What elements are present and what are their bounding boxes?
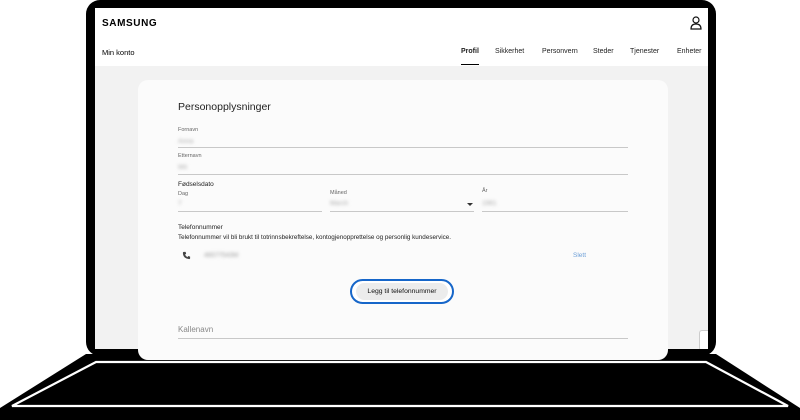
month-underline: [330, 211, 474, 212]
last-name-label: Etternavn: [178, 153, 202, 159]
add-phone-button[interactable]: Legg til telefonnummer: [356, 283, 448, 300]
month-label: Måned: [330, 190, 347, 196]
first-name-label: Fornavn: [178, 127, 199, 133]
year-label: År: [482, 188, 488, 194]
last-name-value[interactable]: Wii: [178, 164, 187, 171]
birthdate-title: Fødselsdato: [178, 181, 214, 188]
chevron-down-icon[interactable]: [467, 203, 473, 206]
samsung-logo[interactable]: SAMSUNG: [102, 18, 157, 29]
profile-card: [138, 80, 668, 360]
nickname-label[interactable]: Kallenavn: [178, 325, 213, 334]
month-value[interactable]: March: [330, 200, 348, 207]
day-underline: [178, 211, 322, 212]
first-name-underline: [178, 147, 628, 148]
phone-title: Telefonnummer: [178, 224, 223, 231]
tab-sikkerhet[interactable]: Sikkerhet: [495, 48, 524, 65]
tab-personvern[interactable]: Personvern: [542, 48, 578, 65]
phone-description: Telefonnummer vil bli brukt til totrinns…: [178, 234, 452, 241]
delete-phone-link[interactable]: Slett: [573, 252, 586, 259]
user-icon[interactable]: [690, 16, 702, 30]
phone-icon: [182, 251, 191, 260]
tab-enheter[interactable]: Enheter: [677, 48, 702, 65]
phone-number: 46577543M: [204, 252, 239, 259]
profile-nav: Profil Sikkerhet Personvern Steder Tjene…: [95, 48, 708, 66]
tab-profil[interactable]: Profil: [461, 48, 479, 65]
laptop-base: [0, 354, 800, 420]
tab-tjenester[interactable]: Tjenester: [630, 48, 659, 65]
last-name-underline: [178, 174, 628, 175]
year-underline: [482, 211, 628, 212]
day-value[interactable]: 7: [178, 200, 182, 207]
section-title: Personopplysninger: [178, 101, 271, 113]
day-label: Dag: [178, 191, 189, 197]
add-phone-button-highlight: Legg til telefonnummer: [350, 279, 454, 304]
nickname-underline: [178, 338, 628, 339]
year-value[interactable]: 1981: [482, 200, 496, 207]
top-header: SAMSUNG Min konto Profil Sikkerhet Perso…: [95, 8, 708, 66]
tab-steder[interactable]: Steder: [593, 48, 614, 65]
scrollbar-stub[interactable]: [699, 330, 708, 349]
first-name-value[interactable]: Anna: [178, 138, 193, 145]
